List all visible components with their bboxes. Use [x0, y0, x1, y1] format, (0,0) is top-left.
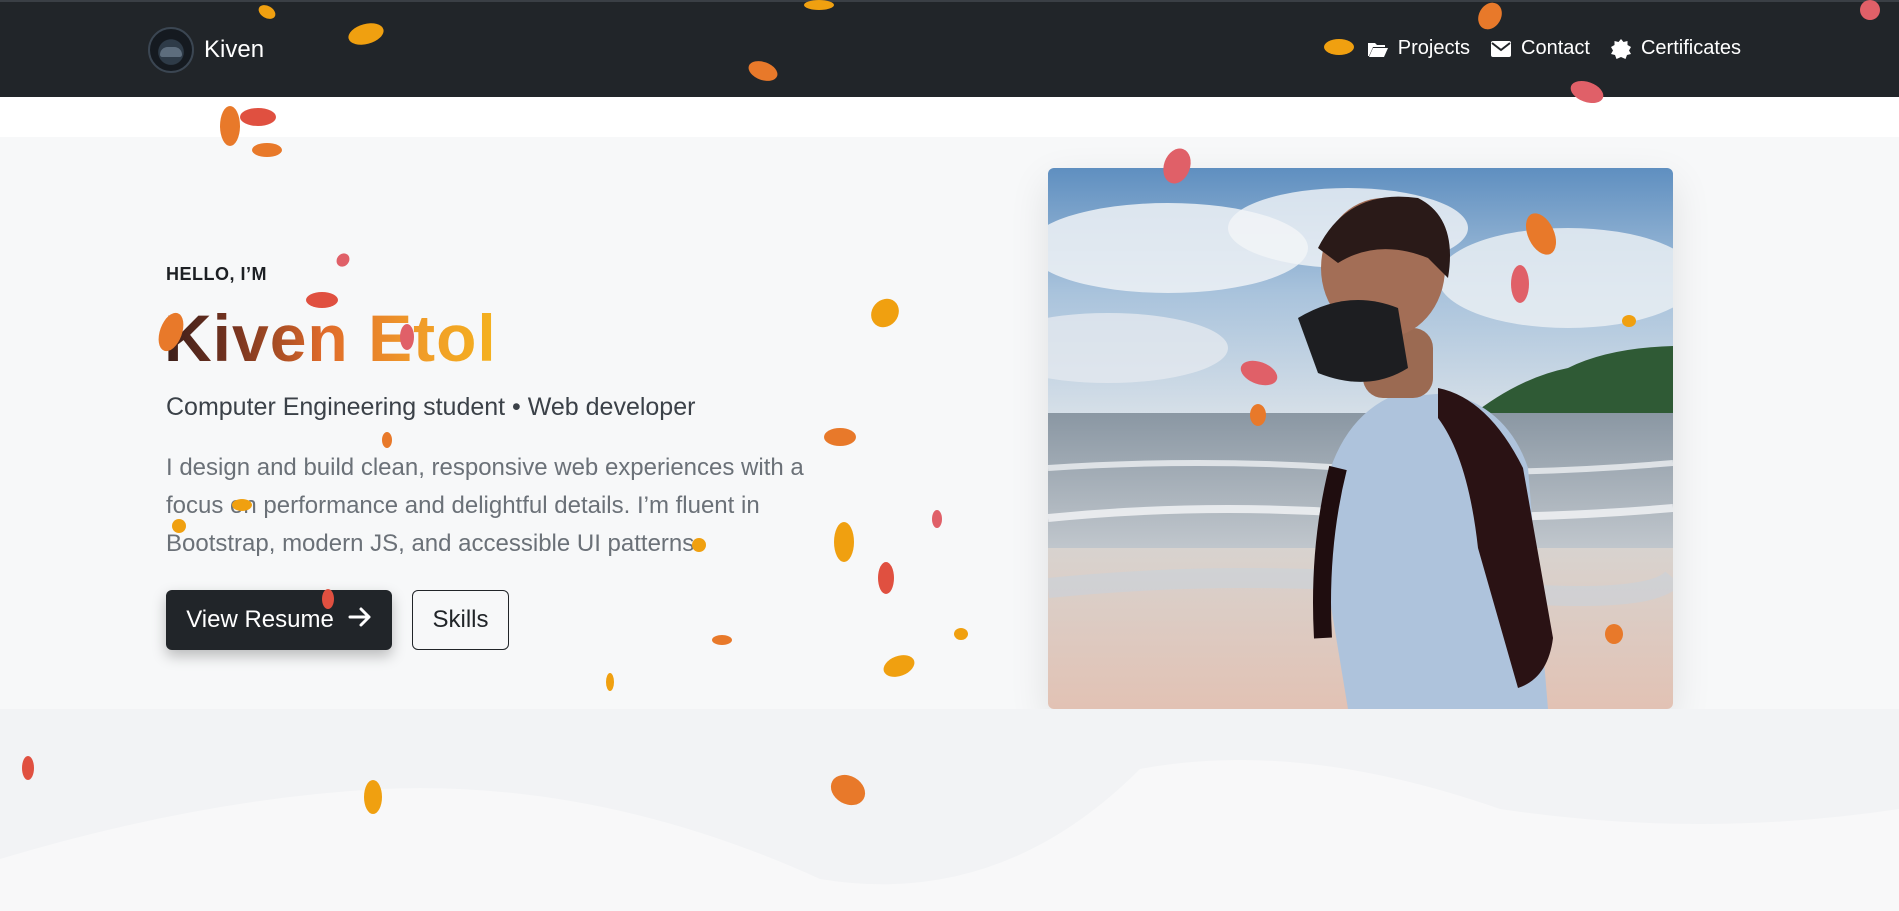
- view-resume-button[interactable]: View Resume: [166, 590, 392, 650]
- petal-icon: [932, 510, 942, 528]
- brand-logo: [148, 27, 194, 73]
- petal-icon: [834, 522, 854, 562]
- petal-icon: [382, 432, 392, 448]
- petal-icon: [1860, 0, 1880, 20]
- top-navbar: Kiven Projects Contact Certificates: [0, 0, 1899, 97]
- petal-icon: [172, 519, 186, 533]
- skills-button[interactable]: Skills: [412, 590, 509, 650]
- petal-icon: [824, 428, 856, 446]
- petal-icon: [1605, 624, 1623, 644]
- petal-icon: [804, 0, 834, 10]
- petal-icon: [22, 756, 34, 780]
- petal-icon: [400, 324, 414, 350]
- petal-icon: [606, 673, 614, 691]
- spacer-strip: [0, 97, 1899, 137]
- petal-icon: [252, 143, 282, 157]
- petal-icon: [306, 292, 338, 308]
- petal-icon: [954, 628, 968, 640]
- petal-icon: [232, 499, 252, 511]
- bottom-wave-section: [0, 709, 1899, 911]
- nav-label-projects: Projects: [1397, 37, 1471, 59]
- brand-link[interactable]: Kiven: [148, 27, 265, 73]
- petal-icon: [220, 106, 240, 146]
- brand-name: Kiven: [204, 36, 265, 63]
- nav-link-contact[interactable]: Contact: [1490, 37, 1590, 60]
- nav-label-contact: Contact: [1521, 37, 1590, 59]
- petal-icon: [240, 108, 276, 126]
- skills-label: Skills: [432, 606, 489, 633]
- petal-icon: [878, 562, 894, 594]
- arrow-right-icon: [348, 606, 372, 635]
- petal-icon: [712, 635, 732, 645]
- main-nav: Projects Contact Certificates: [1367, 37, 1741, 60]
- nav-link-projects[interactable]: Projects: [1367, 37, 1470, 60]
- petal-icon: [364, 780, 382, 814]
- hero-subtitle: Computer Engineering student • Web devel…: [166, 393, 696, 421]
- envelope-icon: [1490, 39, 1512, 59]
- folder-open-icon: [1367, 39, 1389, 59]
- hero-name: Kiven Etol: [164, 301, 497, 375]
- profile-photo: [1048, 168, 1673, 709]
- hero-eyebrow: HELLO, I’M: [166, 264, 267, 284]
- hero-bio: I design and build clean, responsive web…: [166, 454, 804, 557]
- petal-icon: [1250, 404, 1266, 426]
- petal-icon: [1511, 265, 1529, 303]
- petal-icon: [692, 538, 706, 552]
- nav-link-certificates[interactable]: Certificates: [1610, 37, 1741, 60]
- petal-icon: [1324, 39, 1354, 55]
- view-resume-label: View Resume: [186, 606, 334, 633]
- certificate-badge-icon: [1610, 38, 1632, 59]
- petal-icon: [1622, 315, 1636, 327]
- petal-icon: [322, 589, 334, 609]
- nav-label-certificates: Certificates: [1640, 37, 1741, 59]
